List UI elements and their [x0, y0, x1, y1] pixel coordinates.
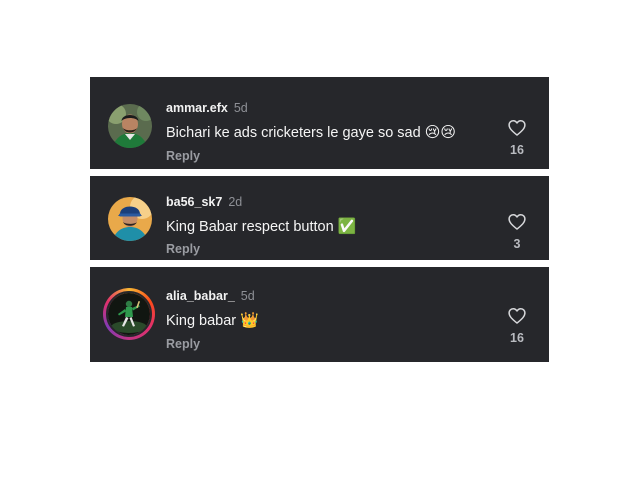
reply-button[interactable]: Reply	[166, 241, 200, 257]
comment-text: King Babar respect button ✅	[166, 216, 356, 237]
like-count: 16	[510, 331, 524, 345]
avatar	[106, 291, 152, 337]
avatar[interactable]	[108, 104, 152, 148]
username[interactable]: ba56_sk7	[166, 195, 222, 209]
crying-face-emoji: 😢😢	[424, 123, 456, 141]
heart-outline-icon[interactable]	[507, 118, 527, 138]
comment-meta: ba56_sk7 2d	[166, 194, 242, 210]
username[interactable]: alia_babar_	[166, 289, 235, 303]
avatar-image	[108, 197, 152, 241]
comment-text: King babar 👑	[166, 310, 259, 331]
crown-emoji: 👑	[240, 311, 259, 329]
reply-button[interactable]: Reply	[166, 336, 200, 352]
comment-body: King babar	[166, 313, 237, 329]
avatar-image	[108, 104, 152, 148]
username[interactable]: ammar.efx	[166, 101, 228, 115]
comment-item: ba56_sk7 2d King Babar respect button ✅ R…	[90, 176, 549, 260]
comment-text: Bichari ke ads cricketers le gaye so sad…	[166, 122, 456, 143]
like-control: 3	[505, 212, 529, 251]
like-count: 16	[510, 143, 524, 157]
comment-item: alia_babar_ 5d King babar 👑 Reply 16	[90, 267, 549, 362]
comments-list: ammar.efx 5d Bichari ke ads cricketers le…	[0, 0, 640, 480]
comment-meta: ammar.efx 5d	[166, 100, 248, 116]
like-control: 16	[505, 118, 529, 157]
story-ring[interactable]	[103, 288, 155, 340]
comment-meta: alia_babar_ 5d	[166, 288, 255, 304]
heart-outline-icon[interactable]	[507, 306, 527, 326]
like-control: 16	[505, 306, 529, 345]
comment-body: King Babar respect button	[166, 219, 334, 235]
timestamp: 2d	[228, 195, 243, 209]
check-mark-emoji: ✅	[337, 217, 357, 235]
timestamp: 5d	[240, 289, 255, 303]
comment-item: ammar.efx 5d Bichari ke ads cricketers le…	[90, 77, 549, 169]
heart-outline-icon[interactable]	[507, 212, 527, 232]
comment-body: Bichari ke ads cricketers le gaye so sad	[166, 125, 421, 141]
avatar-image	[108, 293, 150, 335]
avatar[interactable]	[108, 197, 152, 241]
timestamp: 5d	[233, 101, 248, 115]
like-count: 3	[513, 237, 521, 251]
reply-button[interactable]: Reply	[166, 148, 200, 164]
